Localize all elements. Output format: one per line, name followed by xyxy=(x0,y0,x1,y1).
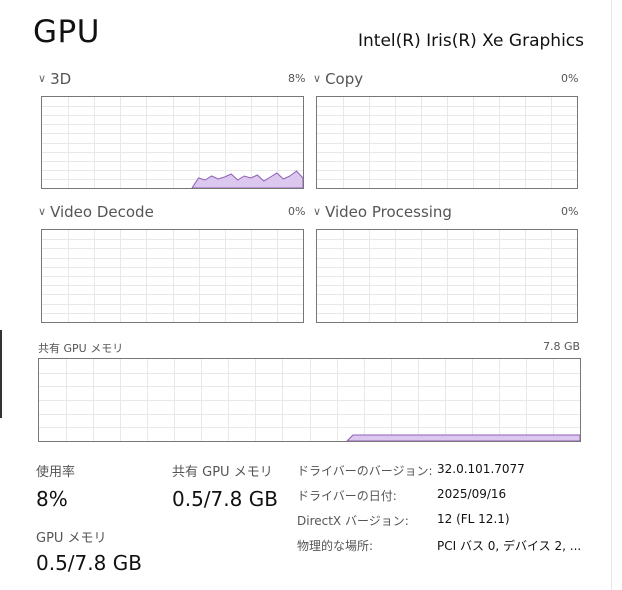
device-name: Intel(R) Iris(R) Xe Graphics xyxy=(358,31,584,51)
memory-usage-graph xyxy=(39,359,580,441)
engine-graph-copy xyxy=(316,96,578,189)
utilization-value: 8% xyxy=(36,487,68,511)
engine-selector-video-decode[interactable]: ∨ Video Decode xyxy=(38,202,154,221)
engine-graph-video-decode xyxy=(41,229,304,323)
driver-version-value: 32.0.101.7077 xyxy=(437,462,525,476)
shared-memory-graph xyxy=(38,358,581,442)
engine-label: 3D xyxy=(50,70,72,88)
engine-selector-copy[interactable]: ∨ Copy xyxy=(313,69,363,88)
usage-graph xyxy=(42,97,303,188)
driver-date-key: ドライバーの日付: xyxy=(297,489,397,503)
directx-version-value: 12 (FL 12.1) xyxy=(437,512,510,526)
memory-usage-area xyxy=(346,434,580,441)
sidebar-edge xyxy=(0,330,2,418)
usage-graph xyxy=(317,97,577,188)
engine-selector-3d[interactable]: ∨ 3D xyxy=(38,69,71,88)
driver-date-value: 2025/09/16 xyxy=(437,487,507,501)
gpu-memory-value: 0.5/7.8 GB xyxy=(36,551,142,575)
chevron-down-icon: ∨ xyxy=(38,72,47,85)
shared-gpu-memory-label: 共有 GPU メモリ xyxy=(172,465,273,480)
engine-percent: 0% xyxy=(288,205,306,218)
chevron-down-icon: ∨ xyxy=(38,205,47,218)
gpu-memory-label: GPU メモリ xyxy=(36,531,107,546)
engine-label: Video Decode xyxy=(50,203,154,221)
page-title: GPU xyxy=(33,14,100,50)
shared-memory-capacity: 7.8 GB xyxy=(543,340,581,353)
utilization-label: 使用率 xyxy=(36,465,76,480)
physical-location-key: 物理的な場所: xyxy=(297,539,374,553)
engine-percent: 8% xyxy=(288,72,306,85)
chevron-down-icon: ∨ xyxy=(313,205,322,218)
usage-area xyxy=(191,170,303,188)
engine-label: Video Processing xyxy=(325,203,452,221)
usage-graph xyxy=(42,230,303,322)
engine-graph-video-processing xyxy=(316,229,578,323)
engine-label: Copy xyxy=(325,70,364,88)
engine-percent: 0% xyxy=(561,72,579,85)
engine-graph-3d xyxy=(41,96,304,189)
physical-location-value: PCI バス 0, デバイス 2, ... xyxy=(437,539,582,553)
directx-version-key: DirectX バージョン: xyxy=(297,514,409,528)
engine-percent: 0% xyxy=(561,205,579,218)
chevron-down-icon: ∨ xyxy=(313,72,322,85)
usage-graph xyxy=(317,230,577,322)
driver-version-key: ドライバーのバージョン: xyxy=(297,464,433,478)
shared-gpu-memory-value: 0.5/7.8 GB xyxy=(172,487,278,511)
panel-divider xyxy=(611,0,612,590)
engine-selector-video-processing[interactable]: ∨ Video Processing xyxy=(313,202,452,221)
shared-memory-label: 共有 GPU メモリ xyxy=(38,342,124,355)
